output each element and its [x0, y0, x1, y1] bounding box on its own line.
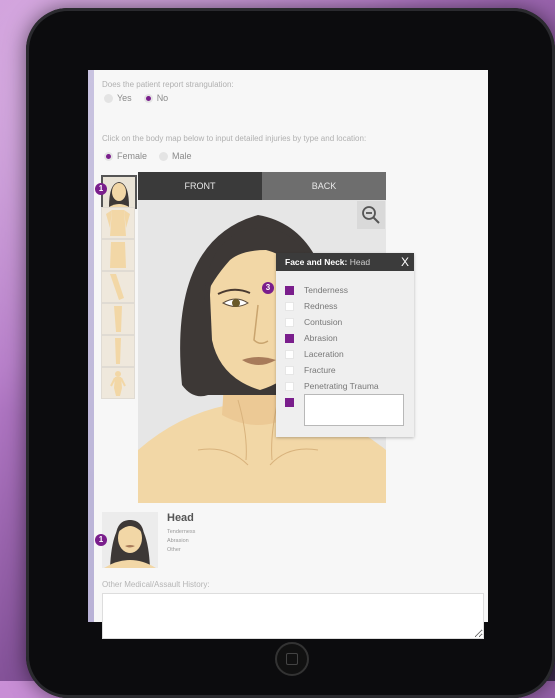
option-abrasion[interactable]: Abrasion	[285, 333, 338, 343]
option-other[interactable]	[285, 398, 304, 407]
option-label: Penetrating Trauma	[304, 381, 379, 391]
strangulation-radio-group: Yes No	[104, 93, 180, 103]
radio-male[interactable]	[159, 151, 169, 161]
option-contusion[interactable]: Contusion	[285, 317, 342, 327]
summary-title: Head	[167, 512, 194, 524]
body-region-thumbnails	[101, 175, 137, 405]
thumb-head[interactable]	[101, 175, 137, 209]
option-redness[interactable]: Redness	[285, 301, 338, 311]
head-thumbnail-icon	[102, 512, 158, 568]
summary-item: Abrasion	[167, 538, 189, 544]
radio-male-label[interactable]: Male	[172, 151, 192, 161]
thumb-leg[interactable]	[101, 335, 135, 367]
option-laceration[interactable]: Laceration	[285, 349, 344, 359]
option-fracture[interactable]: Fracture	[285, 365, 336, 375]
zoom-button[interactable]	[357, 201, 385, 229]
view-tabs: FRONT BACK	[138, 172, 386, 200]
strangulation-question: Does the patient report strangulation:	[102, 80, 234, 89]
checkbox-laceration[interactable]	[285, 349, 294, 359]
radio-female-label[interactable]: Female	[117, 151, 147, 161]
radio-female[interactable]	[104, 151, 113, 161]
radio-yes-label[interactable]: Yes	[117, 93, 132, 103]
option-label: Contusion	[304, 317, 343, 327]
bodymap-instruction: Click on the body map below to input det…	[102, 134, 367, 143]
option-label: Abrasion	[304, 333, 338, 343]
tab-front[interactable]: FRONT	[138, 172, 262, 200]
checkbox-other[interactable]	[285, 398, 294, 407]
history-textarea[interactable]	[102, 593, 484, 639]
option-penetrating-trauma[interactable]: Penetrating Trauma	[285, 381, 379, 391]
popup-header: Face and Neck: Head X	[276, 253, 414, 271]
history-label: Other Medical/Assault History:	[102, 580, 210, 589]
thumb-abdomen[interactable]	[101, 239, 135, 271]
thumb-full-body[interactable]	[101, 367, 135, 399]
option-tenderness[interactable]: Tenderness	[285, 285, 348, 295]
option-label: Tenderness	[304, 285, 348, 295]
home-button[interactable]	[275, 642, 309, 676]
radio-no-label[interactable]: No	[157, 93, 169, 103]
summary-item: Other	[167, 547, 181, 553]
popup-subregion: Head	[349, 257, 371, 267]
checkbox-abrasion[interactable]	[285, 333, 294, 343]
popup-close-button[interactable]: X	[401, 253, 409, 271]
checkbox-penetrating-trauma[interactable]	[285, 381, 294, 391]
thumb-arm[interactable]	[101, 271, 135, 303]
option-label: Redness	[304, 301, 338, 311]
radio-no[interactable]	[143, 93, 153, 103]
thumb-thigh[interactable]	[101, 303, 135, 335]
option-label: Fracture	[304, 365, 336, 375]
thumb-badge: 1	[95, 183, 107, 195]
screen-edge	[88, 70, 94, 622]
checkbox-contusion[interactable]	[285, 317, 294, 327]
radio-yes[interactable]	[104, 93, 113, 103]
other-injury-input[interactable]	[304, 394, 404, 426]
thumb-torso[interactable]	[101, 207, 135, 239]
summary-badge: 1	[95, 534, 107, 546]
tab-back[interactable]: BACK	[262, 172, 386, 200]
option-label: Laceration	[304, 349, 344, 359]
summary-item: Tenderness	[167, 529, 196, 535]
checkbox-tenderness[interactable]	[285, 285, 294, 295]
popup-region: Face and Neck:	[285, 257, 348, 267]
checkbox-redness[interactable]	[285, 301, 294, 311]
popup-badge: 3	[262, 282, 274, 294]
zoom-out-icon	[362, 206, 380, 224]
checkbox-fracture[interactable]	[285, 365, 294, 375]
injury-popup: Face and Neck: Head X Tenderness Redness…	[276, 253, 414, 437]
summary-thumbnail[interactable]	[102, 512, 158, 568]
sex-radio-group: Female Male	[104, 151, 204, 161]
